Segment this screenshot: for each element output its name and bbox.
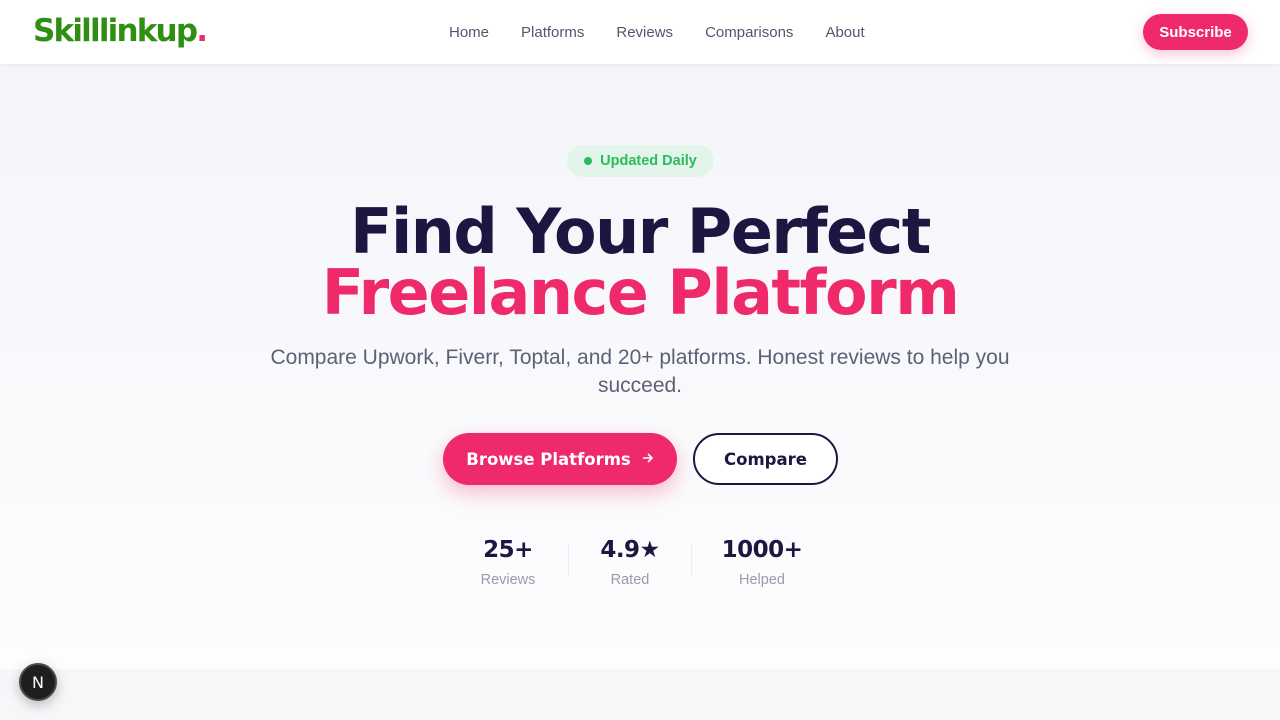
stat-label: Helped xyxy=(739,572,785,588)
badge-label: Updated Daily xyxy=(600,153,697,169)
subscribe-button[interactable]: Subscribe xyxy=(1143,14,1248,50)
stat-divider xyxy=(568,544,569,576)
site-logo[interactable]: Skilllinkup. xyxy=(33,13,208,49)
nextjs-dev-badge[interactable]: N xyxy=(19,663,57,701)
site-header: Skilllinkup. Home Platforms Reviews Comp… xyxy=(0,0,1280,64)
main-nav: Home Platforms Reviews Comparisons About xyxy=(449,0,897,64)
stat-divider xyxy=(691,544,692,576)
dev-badge-label: N xyxy=(32,672,44,692)
nav-home[interactable]: Home xyxy=(449,24,489,41)
hero-subtitle: Compare Upwork, Fiverr, Toptal, and 20+ … xyxy=(270,346,1010,397)
stat-value: 25+ xyxy=(483,537,533,563)
browse-platforms-label: Browse Platforms xyxy=(466,449,631,469)
compare-button[interactable]: Compare xyxy=(693,433,838,485)
stat-helped: 1000+ Helped xyxy=(712,535,812,589)
arrow-right-icon xyxy=(641,451,654,467)
hero-title-line2: Freelance Platform xyxy=(321,256,960,329)
stat-label: Rated xyxy=(610,572,650,588)
stat-label: Reviews xyxy=(480,572,536,588)
logo-dot: . xyxy=(196,13,208,49)
browse-platforms-button[interactable]: Browse Platforms xyxy=(443,433,677,485)
logo-text: Skilllinkup xyxy=(33,13,198,49)
stat-reviews: 25+ Reviews xyxy=(468,535,548,589)
updated-daily-badge: Updated Daily xyxy=(567,145,714,177)
nav-comparisons[interactable]: Comparisons xyxy=(705,24,793,41)
nav-about[interactable]: About xyxy=(825,24,864,41)
status-dot-icon xyxy=(584,157,593,165)
next-section xyxy=(0,669,1280,720)
nav-reviews[interactable]: Reviews xyxy=(616,24,673,41)
stat-rated: 4.9★ Rated xyxy=(590,535,670,589)
hero-title-line1: Find Your Perfect xyxy=(350,195,931,268)
stat-value: 4.9★ xyxy=(600,537,660,563)
stat-value: 1000+ xyxy=(721,537,803,563)
nav-platforms[interactable]: Platforms xyxy=(521,24,584,41)
